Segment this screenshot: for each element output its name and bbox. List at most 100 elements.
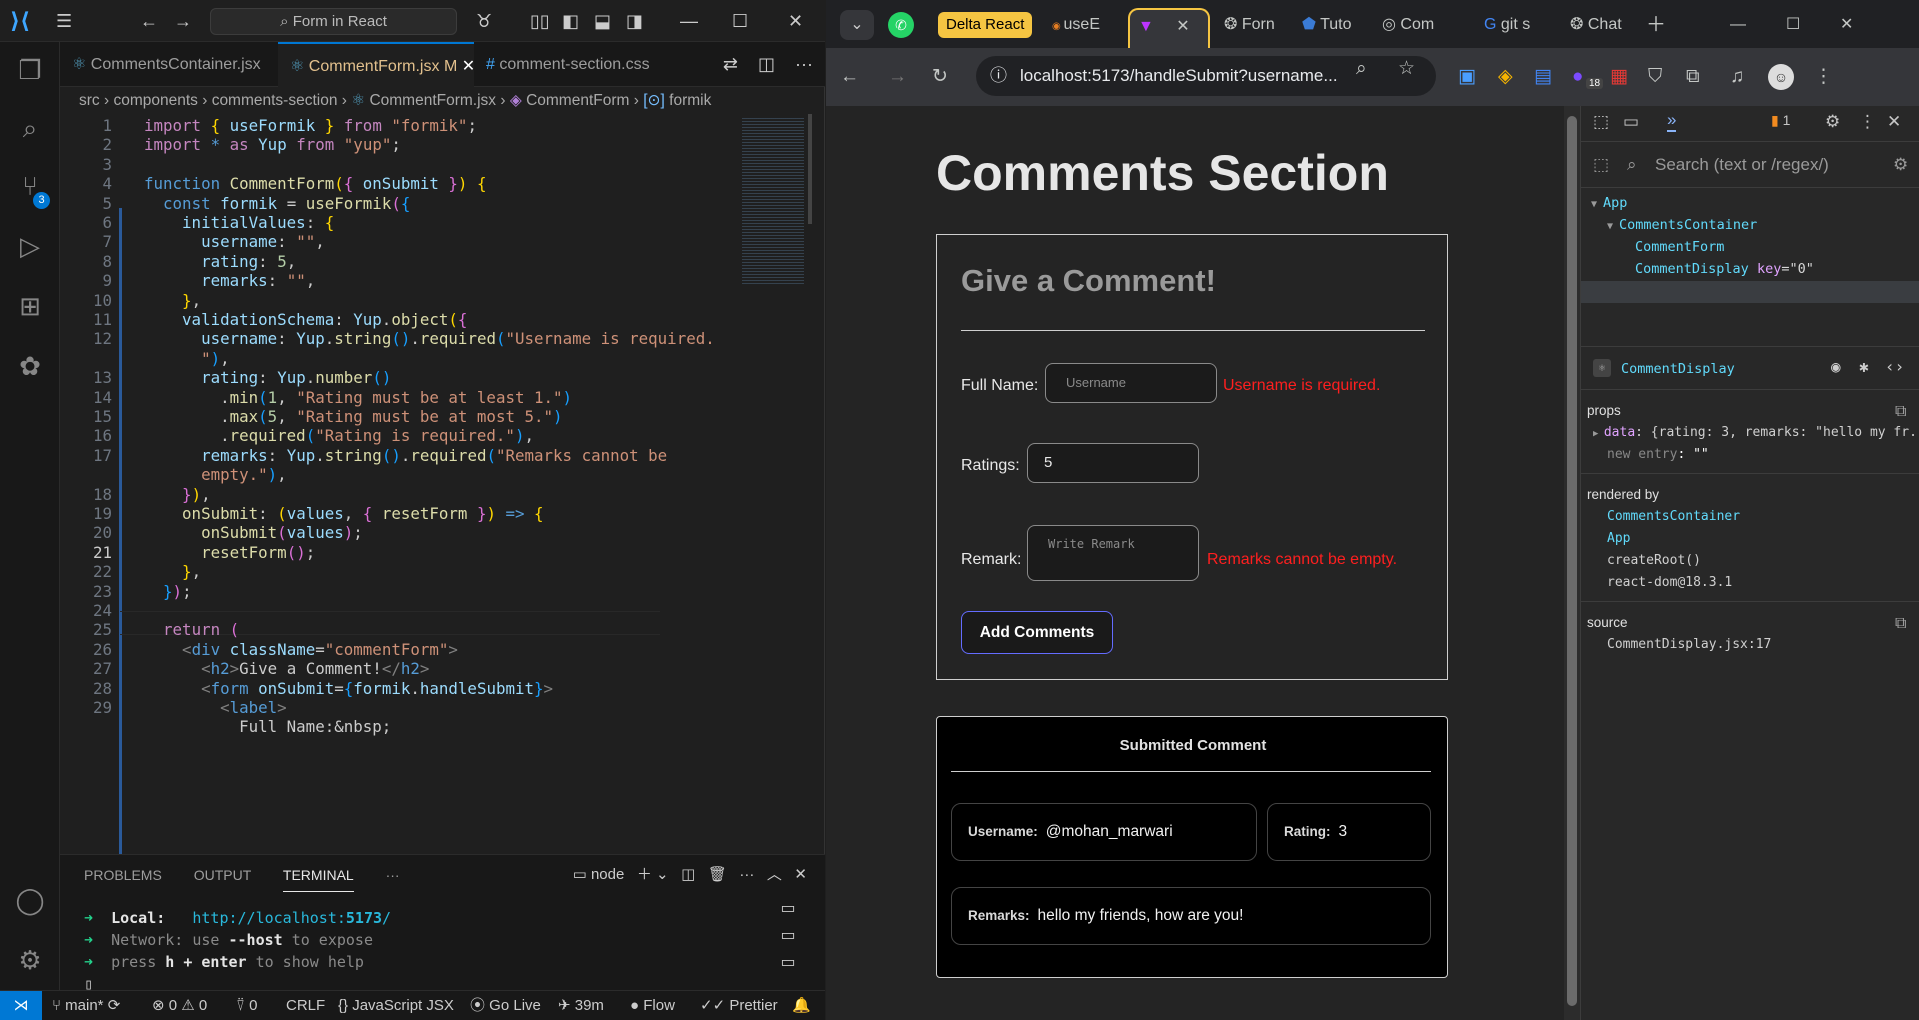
more-panels-icon[interactable]: ···: [386, 867, 400, 883]
menu-icon[interactable]: ☰: [56, 9, 72, 33]
tab-terminal[interactable]: TERMINAL: [282, 867, 354, 892]
language-status[interactable]: {} JavaScript JSX: [338, 991, 454, 1020]
translate-extension-icon[interactable]: ▤: [1534, 60, 1552, 94]
issues-indicator[interactable]: ▮ 1: [1771, 112, 1790, 129]
profile-avatar[interactable]: ☺: [1768, 64, 1794, 90]
settings-gear-icon[interactable]: ⚙: [1893, 142, 1908, 188]
terminal-shell-label[interactable]: node: [591, 866, 624, 883]
browser-tab[interactable]: ◎ Com: [1382, 8, 1448, 48]
back-arrow-icon[interactable]: ←: [840, 60, 859, 94]
eol-status[interactable]: CRLF: [286, 991, 325, 1020]
problems-status[interactable]: ⊗ 0 ⚠ 0: [152, 991, 207, 1020]
minimize-icon[interactable]: —: [1730, 8, 1756, 48]
view-source-icon[interactable]: ‹›: [1885, 357, 1904, 376]
more-actions-icon[interactable]: ···: [795, 54, 813, 74]
search-icon[interactable]: ⌕: [12, 110, 48, 146]
account-icon[interactable]: ◯: [12, 882, 48, 918]
prettier-status[interactable]: ✓✓ Prettier: [700, 991, 778, 1020]
rendered-by-item[interactable]: CommentsContainer: [1607, 509, 1740, 524]
go-live-status[interactable]: ⦿ Go Live: [470, 991, 541, 1020]
rating-input[interactable]: 5: [1027, 443, 1199, 483]
prop-data[interactable]: ▶ data: {rating: 3, remarks: "hello my f…: [1593, 425, 1919, 440]
tab-comment-section-css[interactable]: # comment-section.css: [474, 42, 674, 87]
browser-tab[interactable]: ◉ useE: [1052, 8, 1118, 48]
trash-icon[interactable]: 🗑: [708, 866, 727, 883]
more-options-icon[interactable]: ⋮: [1859, 112, 1876, 132]
maximize-icon[interactable]: ☐: [732, 9, 748, 33]
tree-node-app[interactable]: ▼ App: [1591, 192, 1627, 216]
close-devtools-icon[interactable]: ✕: [1887, 112, 1901, 132]
browser-tab[interactable]: G git s: [1484, 8, 1550, 48]
toggle-secondary-sidebar-icon[interactable]: ◨: [626, 9, 643, 33]
tab-comment-form[interactable]: ⚛ CommentForm.jsx M ✕: [278, 42, 475, 87]
command-center-search[interactable]: ⌕ Form in React: [210, 8, 457, 35]
tree-node-comment-form[interactable]: CommentForm: [1635, 236, 1724, 258]
puzzle-extensions-icon[interactable]: ⧉: [1686, 60, 1700, 94]
new-entry[interactable]: new entry: "": [1607, 447, 1709, 462]
browser-tab[interactable]: ❂ Forn: [1224, 8, 1290, 48]
new-tab-icon[interactable]: ＋: [1646, 8, 1676, 48]
code-editor[interactable]: 1 2 3 4 5 6 7 8 9 10 11 12 13 14 15 16 17 18 19 20 21 22 23 24 2…: [60, 114, 740, 854]
tree-node-comment-display[interactable]: CommentDisplay key="0": [1635, 258, 1814, 280]
close-window-icon[interactable]: ✕: [788, 9, 803, 33]
close-tab-icon[interactable]: ✕: [1176, 18, 1189, 35]
breadcrumb-item[interactable]: CommentForm: [526, 92, 629, 109]
breadcrumb-item[interactable]: comments-section: [212, 92, 338, 109]
back-arrow-icon[interactable]: ←: [140, 9, 158, 33]
chevron-down-icon[interactable]: ⌄: [656, 866, 669, 883]
ports-status[interactable]: ⍢ 0: [236, 991, 258, 1020]
browser-tab[interactable]: ⬟ Tuto: [1302, 8, 1368, 48]
close-window-icon[interactable]: ✕: [1840, 8, 1866, 48]
settings-gear-icon[interactable]: ⚙: [1825, 112, 1840, 132]
whatsapp-icon[interactable]: ✆: [888, 12, 914, 38]
tab-output[interactable]: OUTPUT: [194, 867, 252, 883]
more-tabs-icon[interactable]: »: [1667, 110, 1677, 132]
minimap[interactable]: [740, 114, 812, 854]
address-bar[interactable]: ⓘ localhost:5173/handleSubmit?username...: [976, 56, 1436, 96]
zoom-icon[interactable]: ⌕: [1356, 52, 1367, 86]
username-input[interactable]: Username: [1045, 363, 1217, 403]
chrome-menu-icon[interactable]: ⋮: [1814, 60, 1833, 94]
add-comments-button[interactable]: Add Comments: [961, 611, 1113, 654]
new-terminal-icon[interactable]: ＋: [637, 866, 652, 883]
remote-icon[interactable]: ⋊: [0, 991, 42, 1020]
bookmark-star-icon[interactable]: ☆: [1398, 52, 1415, 86]
more-actions-icon[interactable]: ···: [739, 866, 754, 883]
page-scrollbar[interactable]: [1564, 106, 1580, 1020]
browser-tab-active[interactable]: ▼ ✕: [1128, 8, 1210, 48]
source-location[interactable]: CommentDisplay.jsx:17: [1607, 637, 1771, 652]
reload-icon[interactable]: ↻: [932, 60, 948, 94]
split-editor-icon[interactable]: ◫: [758, 54, 775, 74]
scrollbar-thumb[interactable]: [808, 114, 812, 224]
explorer-icon[interactable]: ❐: [12, 52, 48, 88]
screenshot-extension-icon[interactable]: ▣: [1458, 60, 1476, 94]
tab-search-chevron-icon[interactable]: ⌄: [840, 10, 874, 40]
terminal-output[interactable]: ➜ Local: http://localhost:5173/ ➜ Network…: [84, 907, 391, 995]
copilot-icon[interactable]: ♉: [476, 9, 492, 33]
scrollbar-thumb[interactable]: [1567, 116, 1577, 1006]
shield-extension-icon[interactable]: ⛉: [1648, 60, 1662, 94]
tab-problems[interactable]: PROBLEMS: [84, 867, 162, 883]
browser-tab[interactable]: ❂ Chat: [1570, 8, 1636, 48]
breadcrumb-item[interactable]: src: [79, 92, 100, 109]
layout-icon[interactable]: ▯▯: [530, 9, 550, 33]
maximize-panel-icon[interactable]: ︿: [767, 866, 782, 883]
site-info-icon[interactable]: ⓘ: [990, 56, 1007, 96]
extension-icon[interactable]: ●: [1572, 60, 1583, 94]
split-terminal-icon[interactable]: ◫: [681, 866, 695, 883]
copy-icon[interactable]: ⧉: [1895, 401, 1906, 421]
breadcrumb-item[interactable]: CommentForm.jsx: [369, 92, 496, 109]
extensions-icon[interactable]: ⊞: [12, 288, 48, 324]
media-controls-icon[interactable]: ♫: [1730, 60, 1744, 94]
run-debug-icon[interactable]: ▷: [12, 228, 48, 264]
toggle-panel-icon[interactable]: ⬓: [594, 9, 611, 33]
bell-icon[interactable]: 🔔: [792, 991, 811, 1020]
close-panel-icon[interactable]: ✕: [794, 866, 807, 883]
tree-node-comments-container[interactable]: ▼ CommentsContainer: [1607, 214, 1757, 238]
flow-status[interactable]: ● Flow: [630, 991, 675, 1020]
forward-arrow-icon[interactable]: →: [888, 60, 907, 94]
tab-comments-container[interactable]: ⚛ CommentsContainer.jsx: [60, 42, 278, 87]
bug-icon[interactable]: ✱: [1859, 357, 1869, 376]
terminal-instances[interactable]: ▭ ▭ ▭: [765, 895, 811, 987]
remark-textarea[interactable]: Write Remark: [1027, 525, 1199, 581]
